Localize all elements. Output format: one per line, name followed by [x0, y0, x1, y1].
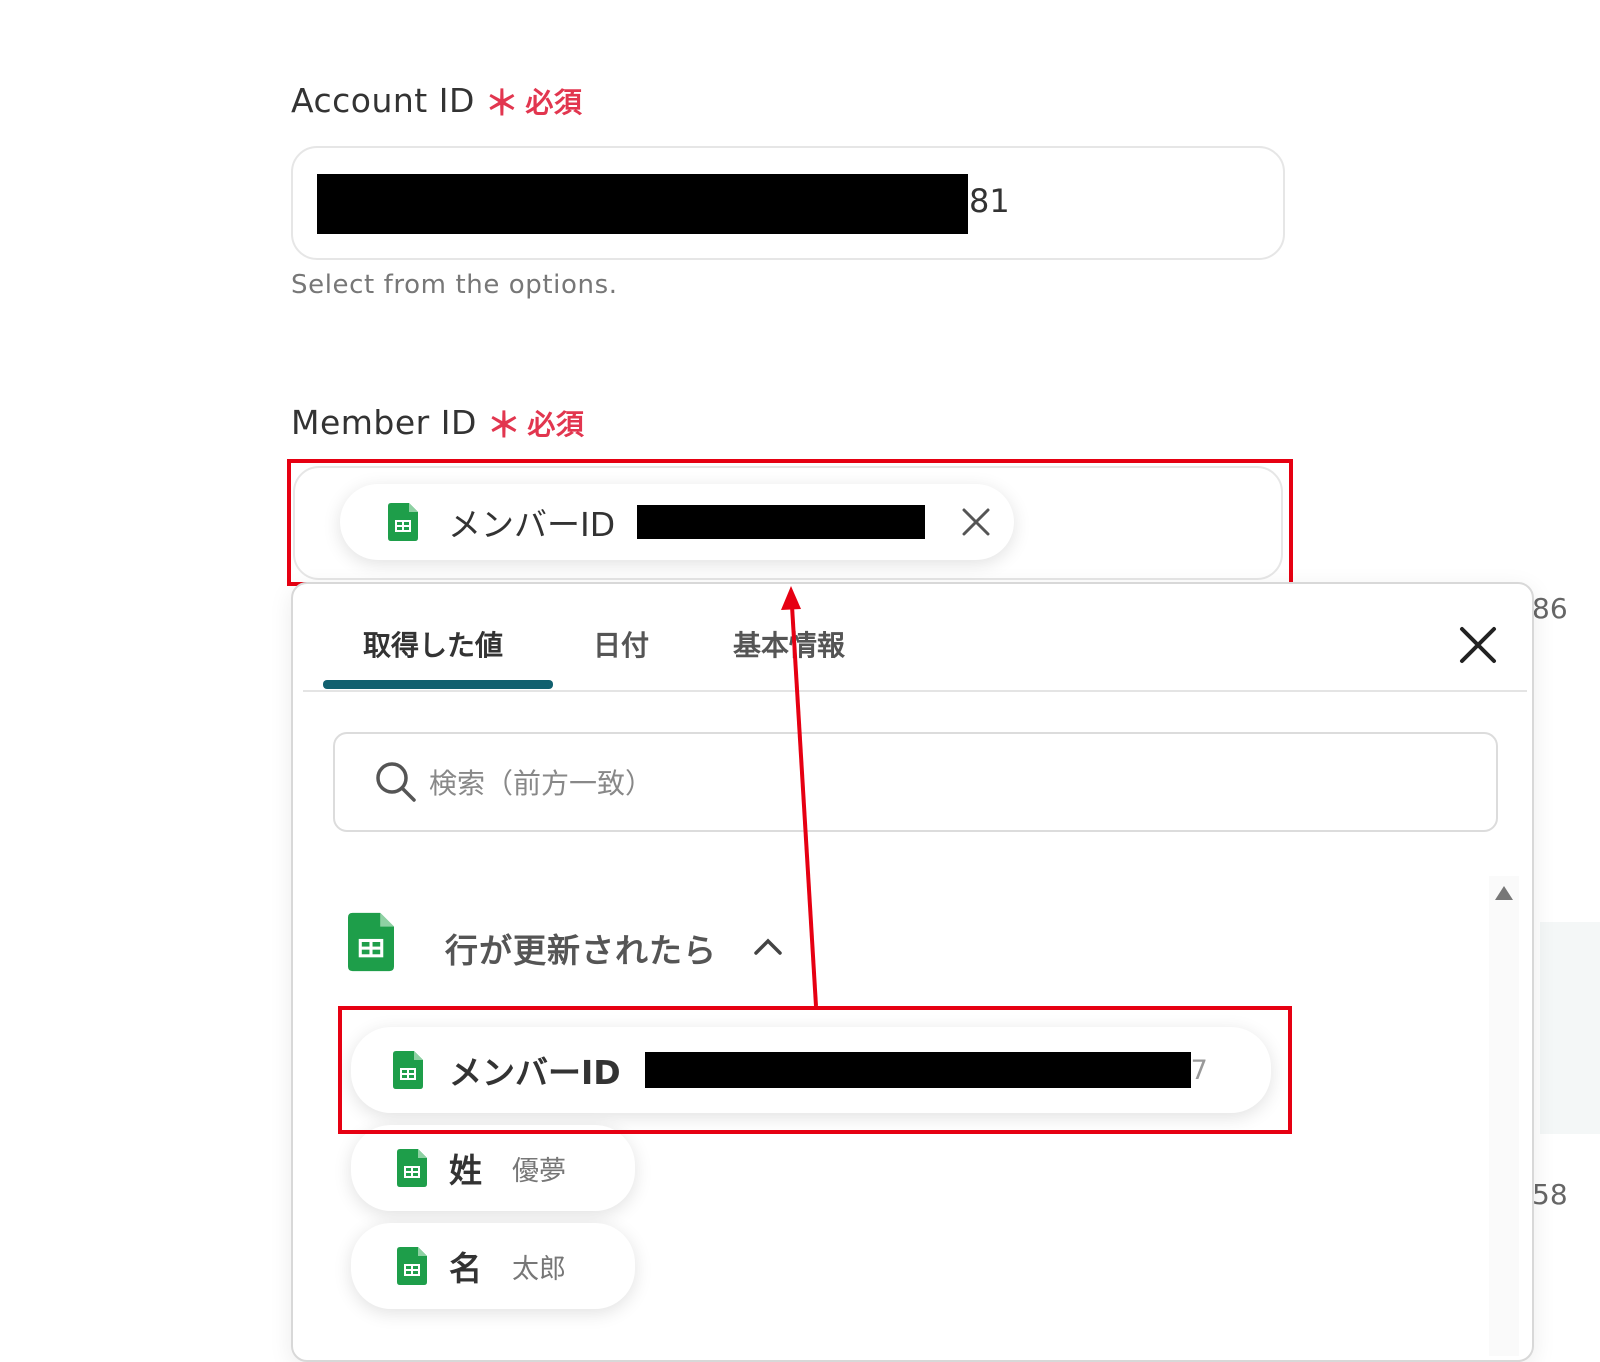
- background-panel: [1540, 922, 1600, 1134]
- required-star-icon: ＊: [484, 84, 520, 124]
- redacted-value: [317, 174, 968, 234]
- list-item-value: 太郎: [512, 1253, 566, 1285]
- required-star-icon: ＊: [486, 406, 522, 446]
- google-sheets-icon: [348, 912, 394, 972]
- google-sheets-icon: [397, 1149, 427, 1187]
- search-placeholder: 検索（前方一致）: [429, 767, 654, 800]
- member-id-label: Member ID ＊ 必須: [291, 398, 584, 447]
- scroll-up-arrow-icon[interactable]: [1495, 886, 1513, 900]
- list-item-last-name[interactable]: 姓 優夢: [351, 1125, 635, 1211]
- highlight-member-id-row: [338, 1006, 1292, 1134]
- value-picker-panel: 取得した値 日付 基本情報 検索（前方一致） 行が更新されたら メンバーID 7…: [291, 582, 1534, 1362]
- background-fragment-bottom: 58: [1532, 1178, 1568, 1211]
- list-item-label: 姓: [449, 1151, 482, 1190]
- group-title[interactable]: 行が更新されたら: [445, 924, 717, 972]
- required-badge: 必須: [525, 85, 583, 119]
- search-icon: [376, 762, 416, 802]
- tab-acquired-values[interactable]: 取得した値: [363, 624, 503, 664]
- background-fragment-top: 86: [1532, 592, 1568, 625]
- account-id-input[interactable]: 81: [291, 146, 1285, 260]
- account-id-label-text: Account ID: [291, 81, 475, 120]
- account-id-label: Account ID ＊ 必須: [291, 76, 582, 125]
- tab-divider: [303, 690, 1527, 692]
- list-item-label: 名: [449, 1249, 482, 1288]
- search-input[interactable]: 検索（前方一致）: [333, 732, 1498, 832]
- list-item-first-name[interactable]: 名 太郎: [351, 1223, 635, 1309]
- scrollbar[interactable]: [1489, 876, 1519, 1356]
- tab-basic-info[interactable]: 基本情報: [733, 624, 845, 664]
- member-id-label-text: Member ID: [291, 403, 477, 442]
- highlight-member-id-input: [287, 459, 1293, 586]
- account-id-value-suffix: 81: [969, 182, 1010, 220]
- chevron-up-icon[interactable]: [753, 936, 783, 956]
- google-sheets-icon: [397, 1247, 427, 1285]
- account-id-help-text: Select from the options.: [291, 270, 618, 300]
- active-tab-indicator: [323, 680, 553, 689]
- tab-date[interactable]: 日付: [593, 624, 649, 664]
- close-icon[interactable]: [1459, 626, 1497, 664]
- list-item-value: 優夢: [512, 1155, 566, 1187]
- required-badge: 必須: [527, 407, 585, 441]
